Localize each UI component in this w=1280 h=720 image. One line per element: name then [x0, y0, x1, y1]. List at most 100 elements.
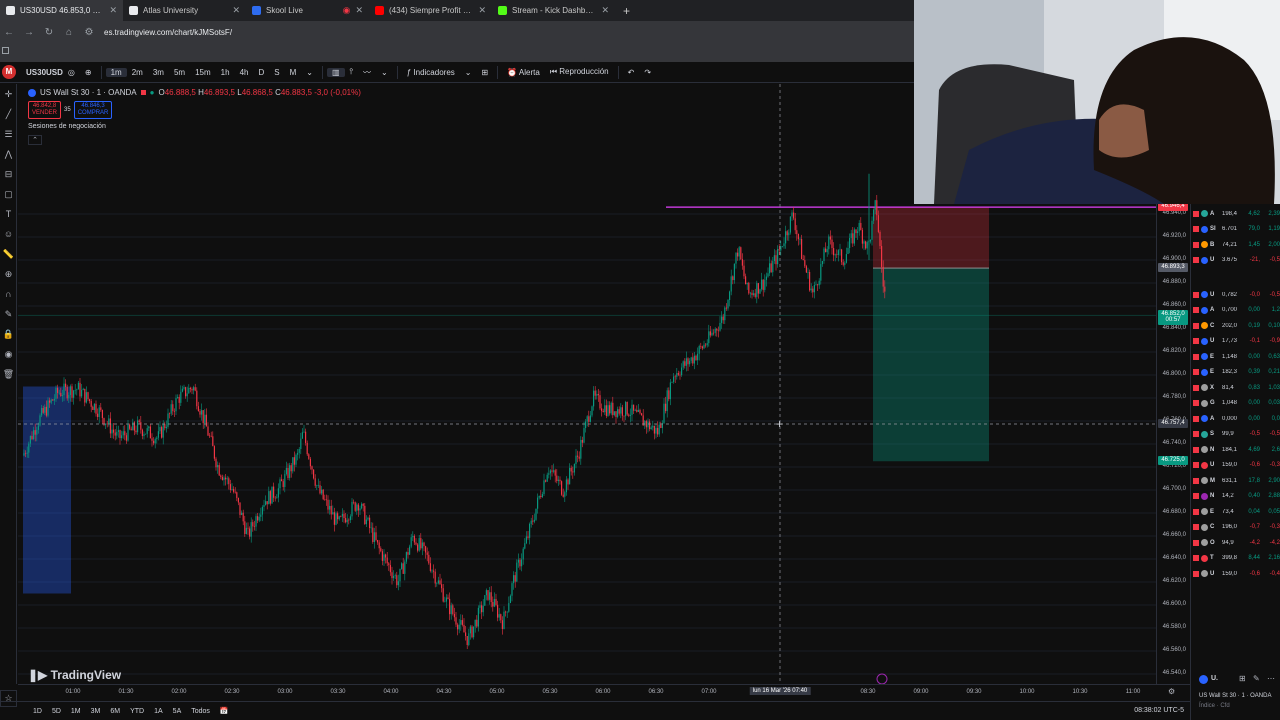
flag-icon[interactable]: [1193, 210, 1199, 217]
watchlist-row[interactable]: N 184,1 4,69 2,6: [1191, 442, 1280, 457]
more-icon[interactable]: ⋯: [1267, 674, 1275, 683]
flag-icon[interactable]: [1193, 555, 1199, 561]
chevron-down-icon[interactable]: ⌄: [460, 68, 477, 77]
magnet-icon[interactable]: ∩: [0, 284, 17, 304]
watchlist-row[interactable]: B 74,21 1,45 2,00: [1191, 237, 1280, 252]
flag-icon[interactable]: [1193, 462, 1199, 468]
flag-icon[interactable]: [1193, 257, 1199, 263]
trash-icon[interactable]: 🗑: [0, 364, 17, 384]
emoji-icon[interactable]: ☺: [0, 224, 17, 244]
pattern-icon[interactable]: ⋀: [0, 144, 17, 164]
edit-icon[interactable]: ✎: [1253, 674, 1260, 683]
time-axis[interactable]: 01:00 01:30 02:00 02:30 03:00 03:30 04:00 04:30…: [18, 684, 1190, 700]
browser-tab-tradingview[interactable]: US30USD 46.853,0 ▲ +0.79% U ✕: [0, 0, 123, 21]
watchlist-row[interactable]: U 0,782 -0,0 -0,5: [1191, 287, 1280, 302]
fib-retracement-icon[interactable]: ☰: [0, 124, 17, 144]
legend-symbol-name[interactable]: US Wall St 30 · 1 · OANDA: [40, 88, 137, 97]
collapse-legend-icon[interactable]: ⌃: [28, 135, 42, 145]
flag-icon[interactable]: [1193, 338, 1199, 344]
replay-button[interactable]: ⏮ Reproducción: [545, 67, 614, 77]
interval-1h[interactable]: 1h: [216, 68, 235, 77]
range-3m[interactable]: 3M: [86, 708, 106, 715]
undo-icon[interactable]: ↶: [623, 68, 640, 77]
close-icon[interactable]: ✕: [601, 5, 609, 16]
watchlist-row[interactable]: U 3.675 -21, -0,5: [1191, 253, 1280, 268]
lock-icon[interactable]: 🔒: [0, 324, 17, 344]
flag-icon[interactable]: [1193, 415, 1199, 422]
close-icon[interactable]: ✕: [478, 5, 486, 16]
watchlist-row[interactable]: X 81,4 0,83 1,03: [1191, 380, 1280, 395]
text-icon[interactable]: T: [0, 204, 17, 224]
calendar-icon[interactable]: 📅: [215, 707, 234, 715]
symbol-search[interactable]: US30USD: [26, 68, 63, 77]
flag-icon[interactable]: [1193, 431, 1199, 437]
interval-3m[interactable]: 3m: [148, 68, 169, 77]
interval-15m[interactable]: 15m: [190, 68, 216, 77]
browser-tab-atlas[interactable]: Atlas University ✕: [123, 0, 246, 21]
url-field[interactable]: es.tradingview.com/chart/kJMSotsF/: [104, 28, 232, 37]
watchlist-row[interactable]: G 1,048 0,00 0,03: [1191, 396, 1280, 411]
ruler-icon[interactable]: 📏: [0, 244, 17, 264]
flag-icon[interactable]: [1193, 241, 1199, 248]
indicator-template-icon[interactable]: ⫯: [345, 67, 358, 77]
flag-icon[interactable]: [1193, 446, 1199, 453]
flag-icon[interactable]: [1193, 477, 1199, 484]
browser-tab-skool[interactable]: Skool Live ◉ ✕: [246, 0, 369, 21]
utc-clock[interactable]: 08:38:02 UTC-5: [1134, 707, 1184, 714]
watchlist-row[interactable]: A 0,700 0,00 1,2: [1191, 303, 1280, 318]
layout-icon[interactable]: ⊞: [1239, 674, 1246, 683]
range-5d[interactable]: 5D: [47, 708, 66, 715]
zoom-icon[interactable]: ⊕: [0, 264, 17, 284]
price-axis[interactable]: 46.940,0 46.920,0 46.900,0 46.880,0 46.860,0…: [1156, 200, 1190, 684]
watchlist-row[interactable]: E 73,4 0,04 0,05: [1191, 504, 1280, 519]
watchlist-row[interactable]: A 198,4 4,62 2,39: [1191, 206, 1280, 221]
range-ytd[interactable]: YTD: [125, 708, 149, 715]
reload-icon[interactable]: ↻: [44, 27, 54, 38]
browser-tab-kick[interactable]: Stream - Kick Dashboard ✕: [492, 0, 615, 21]
watchlist-row[interactable]: E 1,148 0,00 0,63: [1191, 349, 1280, 364]
watchlist-row[interactable]: C 202,0 0,19 0,10: [1191, 318, 1280, 333]
range-1a[interactable]: 1A: [149, 708, 168, 715]
watchlist-row[interactable]: N 14,2 0,40 2,88: [1191, 489, 1280, 504]
watchlist-row[interactable]: O 94,9 -4,2 -4,2: [1191, 535, 1280, 550]
range-1m[interactable]: 1M: [66, 708, 86, 715]
compare-icon[interactable]: ◎: [63, 68, 80, 77]
forward-icon[interactable]: →: [24, 27, 34, 38]
shapes-icon[interactable]: ▢: [0, 184, 17, 204]
range-1d[interactable]: 1D: [28, 708, 47, 715]
interval-s[interactable]: S: [269, 68, 284, 77]
layouts-icon[interactable]: ⊞: [476, 68, 493, 77]
trend-line-icon[interactable]: ╱: [0, 104, 17, 124]
watchlist-row[interactable]: U 159,0 -0,6 -0,3: [1191, 458, 1280, 473]
new-tab-icon[interactable]: +: [615, 4, 638, 18]
keep-drawing-icon[interactable]: ✎: [0, 304, 17, 324]
alert-button[interactable]: ⏰ Alerta: [502, 68, 545, 77]
interval-1m[interactable]: 1m: [105, 67, 127, 77]
flag-icon[interactable]: [1193, 570, 1199, 577]
interval-4h[interactable]: 4h: [235, 68, 254, 77]
flag-icon[interactable]: [1193, 307, 1199, 313]
watchlist-row[interactable]: U 17,73 -0,1 -0,9: [1191, 334, 1280, 349]
range-6m[interactable]: 6M: [105, 708, 125, 715]
line-chart-icon[interactable]: 〰: [358, 67, 376, 78]
browser-tab-youtube[interactable]: (434) Siempre Profit - Profit | Tr ✕: [369, 0, 492, 21]
range-all[interactable]: Todos: [186, 708, 215, 715]
range-5a[interactable]: 5A: [168, 708, 187, 715]
back-icon[interactable]: ←: [4, 27, 14, 38]
close-icon[interactable]: ✕: [109, 5, 117, 16]
watchlist-row[interactable]: S 99,9 -0,5 -0,5: [1191, 427, 1280, 442]
user-avatar[interactable]: M: [2, 65, 16, 79]
flag-icon[interactable]: [1193, 508, 1199, 515]
watchlist-row[interactable]: C 196,0 -0,7 -0,3: [1191, 520, 1280, 535]
flag-icon[interactable]: [1193, 322, 1199, 329]
interval-m[interactable]: M: [285, 68, 302, 77]
flag-icon[interactable]: [1193, 384, 1199, 391]
watchlist-row[interactable]: U 159,0 -0,6 -0,4: [1191, 566, 1280, 581]
watchlist-row[interactable]: E 182,3 0,39 0,21: [1191, 365, 1280, 380]
interval-5m[interactable]: 5m: [169, 68, 190, 77]
eye-icon[interactable]: ◉: [0, 344, 17, 364]
watchlist-row[interactable]: SI 6.701 79,0 1,19: [1191, 222, 1280, 237]
flag-icon[interactable]: [1193, 539, 1199, 546]
sessions-indicator-label[interactable]: Sesiones de negociación: [28, 123, 106, 130]
flag-icon[interactable]: [1193, 369, 1199, 375]
